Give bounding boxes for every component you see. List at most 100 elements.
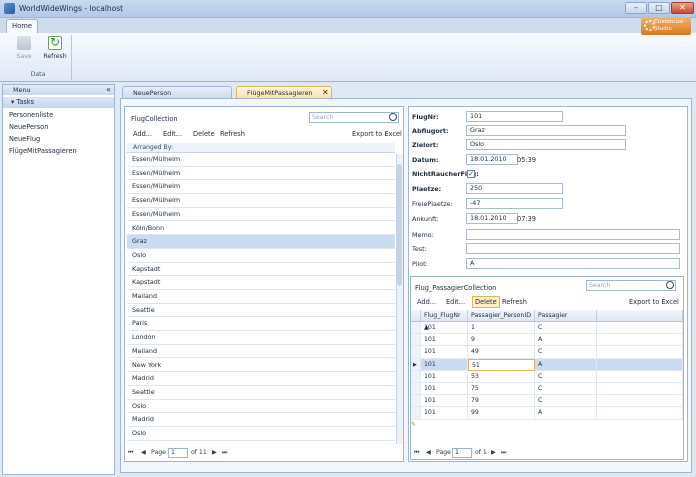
list-item[interactable]: Seattle <box>127 304 395 318</box>
table-cell[interactable]: 75 <box>468 383 535 396</box>
field-input[interactable] <box>466 243 680 254</box>
table-cell[interactable]: 79 <box>468 395 535 408</box>
row-selector[interactable] <box>411 383 421 396</box>
field-input[interactable]: 18.01.2010 <box>466 154 518 165</box>
field-input[interactable]: 250 <box>466 183 563 194</box>
table-cell[interactable] <box>597 370 683 383</box>
sub-page-input[interactable]: 1 <box>452 448 472 458</box>
column-header-passagier[interactable]: Passagier <box>535 310 597 322</box>
table-cell[interactable] <box>597 395 683 408</box>
time-value[interactable]: 05:39 <box>517 155 536 166</box>
sub-export-excel-button[interactable]: Export to Excel <box>629 298 679 306</box>
table-cell[interactable]: 1 <box>468 322 535 335</box>
sidebar-item-neueperson[interactable]: NeuePerson <box>5 122 113 133</box>
refresh-button[interactable]: Refresh <box>42 35 68 66</box>
table-cell[interactable] <box>597 383 683 396</box>
search-input[interactable]: Search <box>309 112 399 123</box>
tab-fluegemitpassagieren[interactable]: FlügeMitPassagieren <box>236 86 332 98</box>
new-row-icon[interactable]: ✎ <box>411 420 421 430</box>
row-selector[interactable] <box>411 370 421 383</box>
list-item[interactable]: Madrid <box>127 413 395 427</box>
collapse-icon[interactable]: « <box>106 85 111 95</box>
list-item[interactable]: Kapstadt <box>127 263 395 277</box>
table-cell[interactable]: C <box>535 322 597 335</box>
sub-refresh-button[interactable]: Refresh <box>502 298 527 306</box>
table-cell[interactable]: 101 <box>421 322 468 335</box>
list-item[interactable]: Oslo <box>127 427 395 441</box>
list-item[interactable]: Köln/Bonn <box>127 222 395 236</box>
table-cell[interactable]: 101 <box>421 370 468 383</box>
field-input[interactable]: 101 <box>466 111 563 122</box>
time-value[interactable]: 07:39 <box>517 214 536 225</box>
list-item[interactable]: London <box>127 331 395 345</box>
table-cell[interactable]: 101 <box>421 334 468 347</box>
table-cell[interactable]: A <box>535 358 597 371</box>
tab-neueperson[interactable]: NeuePerson <box>122 86 232 98</box>
sub-delete-button[interactable]: Delete <box>472 296 500 308</box>
table-cell[interactable]: A <box>535 407 597 420</box>
field-input[interactable]: -47 <box>466 198 563 209</box>
save-button[interactable]: Save <box>11 36 37 66</box>
sub-search-input[interactable]: Search <box>586 280 676 291</box>
add-button[interactable]: Add... <box>133 130 152 138</box>
table-cell[interactable]: 53 <box>468 370 535 383</box>
table-cell[interactable]: 51 <box>468 358 535 371</box>
table-cell[interactable]: C <box>535 346 597 359</box>
row-selector[interactable] <box>411 322 421 335</box>
table-cell[interactable]: 99 <box>468 407 535 420</box>
list-item[interactable]: Essen/Mülheim <box>127 167 395 181</box>
checkbox[interactable]: ✓ <box>467 170 475 178</box>
row-selector[interactable] <box>411 395 421 408</box>
field-input[interactable]: Oslo <box>466 139 626 150</box>
scrollbar-thumb[interactable] <box>397 164 402 286</box>
table-cell[interactable] <box>597 322 683 335</box>
list-item[interactable]: Paris <box>127 317 395 332</box>
export-excel-button[interactable]: Export to Excel <box>352 130 402 138</box>
sub-edit-button[interactable]: Edit... <box>446 298 465 306</box>
row-selector[interactable] <box>411 334 421 347</box>
table-cell[interactable]: 49 <box>468 346 535 359</box>
delete-button[interactable]: Delete <box>193 130 215 138</box>
first-page-icon[interactable]: ⏮ <box>128 447 134 459</box>
list-item[interactable]: Mailand <box>127 290 395 304</box>
table-cell[interactable]: C <box>535 370 597 383</box>
arranged-by-header[interactable]: Arranged By: <box>127 143 395 153</box>
list-item[interactable]: Essen/Mülheim <box>127 180 395 195</box>
table-cell[interactable]: C <box>535 383 597 396</box>
tab-home[interactable]: Home <box>6 19 38 33</box>
table-cell[interactable]: 9 <box>468 334 535 347</box>
sidebar-item-fluegemitpassagieren[interactable]: FlügeMitPassagieren <box>5 146 113 157</box>
minimize-icon[interactable]: – <box>625 2 647 14</box>
sub-prev-page-icon[interactable]: ◀ <box>426 447 431 459</box>
close-icon[interactable]: ✕ <box>671 2 694 14</box>
sub-search-icon[interactable] <box>666 281 674 289</box>
page-input[interactable]: 1 <box>168 448 188 458</box>
column-header-flug-flugnr[interactable]: Flug_FlugNr ▲ <box>421 310 468 331</box>
field-input[interactable]: 18.01.2010 <box>466 213 518 224</box>
list-item[interactable]: Graz <box>127 235 395 249</box>
field-input[interactable]: A <box>466 258 680 269</box>
sidebar-item-neueflug[interactable]: NeueFlug <box>5 134 113 145</box>
table-cell[interactable] <box>597 358 683 371</box>
table-cell[interactable] <box>597 407 683 420</box>
table-cell[interactable]: 101 <box>421 346 468 359</box>
tab-close-icon[interactable]: ✕ <box>322 88 329 97</box>
refresh-list-button[interactable]: Refresh <box>220 130 245 138</box>
list-item[interactable]: Mailand <box>127 345 395 359</box>
row-selector[interactable]: ▶ <box>411 358 421 371</box>
prev-page-icon[interactable]: ◀ <box>141 447 146 459</box>
list-item[interactable]: Oslo <box>127 400 395 414</box>
row-selector[interactable] <box>411 346 421 359</box>
table-cell[interactable]: 101 <box>421 395 468 408</box>
row-selector[interactable] <box>411 407 421 420</box>
table-cell[interactable]: 101 <box>421 407 468 420</box>
tasks-header[interactable]: ▾ Tasks <box>3 97 114 108</box>
maximize-icon[interactable]: □ <box>648 2 670 14</box>
list-item[interactable]: Oslo <box>127 249 395 263</box>
search-icon[interactable] <box>389 113 397 121</box>
table-cell[interactable]: A <box>535 334 597 347</box>
list-item[interactable]: Seattle <box>127 386 395 400</box>
sub-last-page-icon[interactable]: ⏭ <box>501 447 507 459</box>
list-item[interactable]: Kapstadt <box>127 276 395 290</box>
last-page-icon[interactable]: ⏭ <box>222 447 228 459</box>
